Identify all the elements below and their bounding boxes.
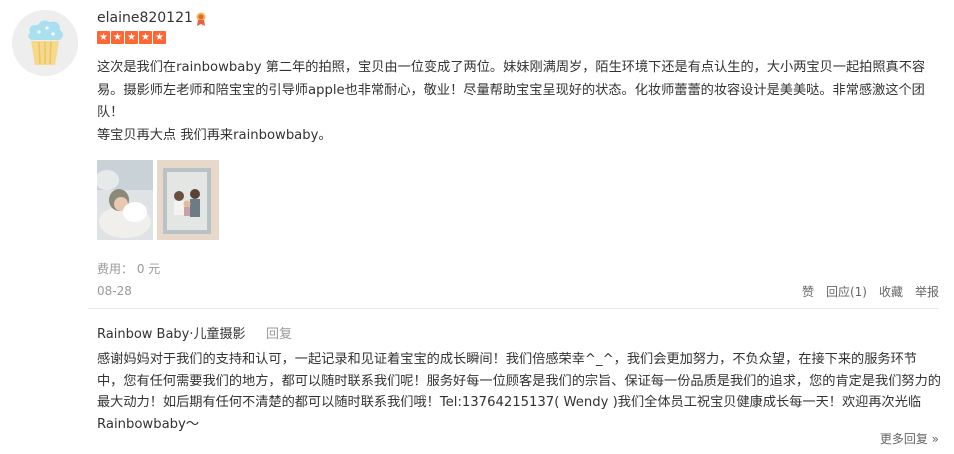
review-photo[interactable] xyxy=(157,160,219,240)
star-icon: ★ xyxy=(125,31,138,44)
merchant-name[interactable]: Rainbow Baby·儿童摄影 xyxy=(97,323,246,342)
vip-badge-icon xyxy=(193,11,209,27)
star-icon: ★ xyxy=(139,31,152,44)
avatar[interactable] xyxy=(12,10,78,76)
star-icon: ★ xyxy=(111,31,124,44)
favorite-button[interactable]: 收藏 xyxy=(879,283,903,300)
star-icon: ★ xyxy=(97,31,110,44)
like-button[interactable]: 赞 xyxy=(802,283,814,300)
review-photo[interactable] xyxy=(97,160,153,240)
report-button[interactable]: 举报 xyxy=(915,283,939,300)
reply-count-button[interactable]: 回应(1) xyxy=(826,283,867,300)
review-actions: 赞 回应(1) 收藏 举报 xyxy=(790,283,939,300)
review-paragraph: 这次是我们在rainbowbaby 第二年的拍照，宝贝由一位变成了两位。妹妹刚满… xyxy=(97,60,926,120)
cost-label: 费用： 0 元 xyxy=(97,262,161,276)
reply-button[interactable]: 回复 xyxy=(266,323,292,342)
username[interactable]: elaine820121 xyxy=(97,10,193,26)
review-paragraph: 等宝贝再大点 我们再来rainbowbaby。 xyxy=(97,127,332,143)
more-replies-link[interactable]: 更多回复 » xyxy=(880,430,939,447)
merchant-reply-text: 感谢妈妈对于我们的支持和认可，一起记录和见证着宝宝的成长瞬间！我们倍感荣幸^_^… xyxy=(97,352,941,432)
review-text: 这次是我们在rainbowbaby 第二年的拍照，宝贝由一位变成了两位。妹妹刚满… xyxy=(97,57,932,147)
rating-stars: ★ ★ ★ ★ ★ xyxy=(97,31,166,44)
cupcake-icon xyxy=(12,10,78,76)
star-icon: ★ xyxy=(153,31,166,44)
divider xyxy=(88,308,939,309)
review-date: 08-28 xyxy=(97,284,132,298)
